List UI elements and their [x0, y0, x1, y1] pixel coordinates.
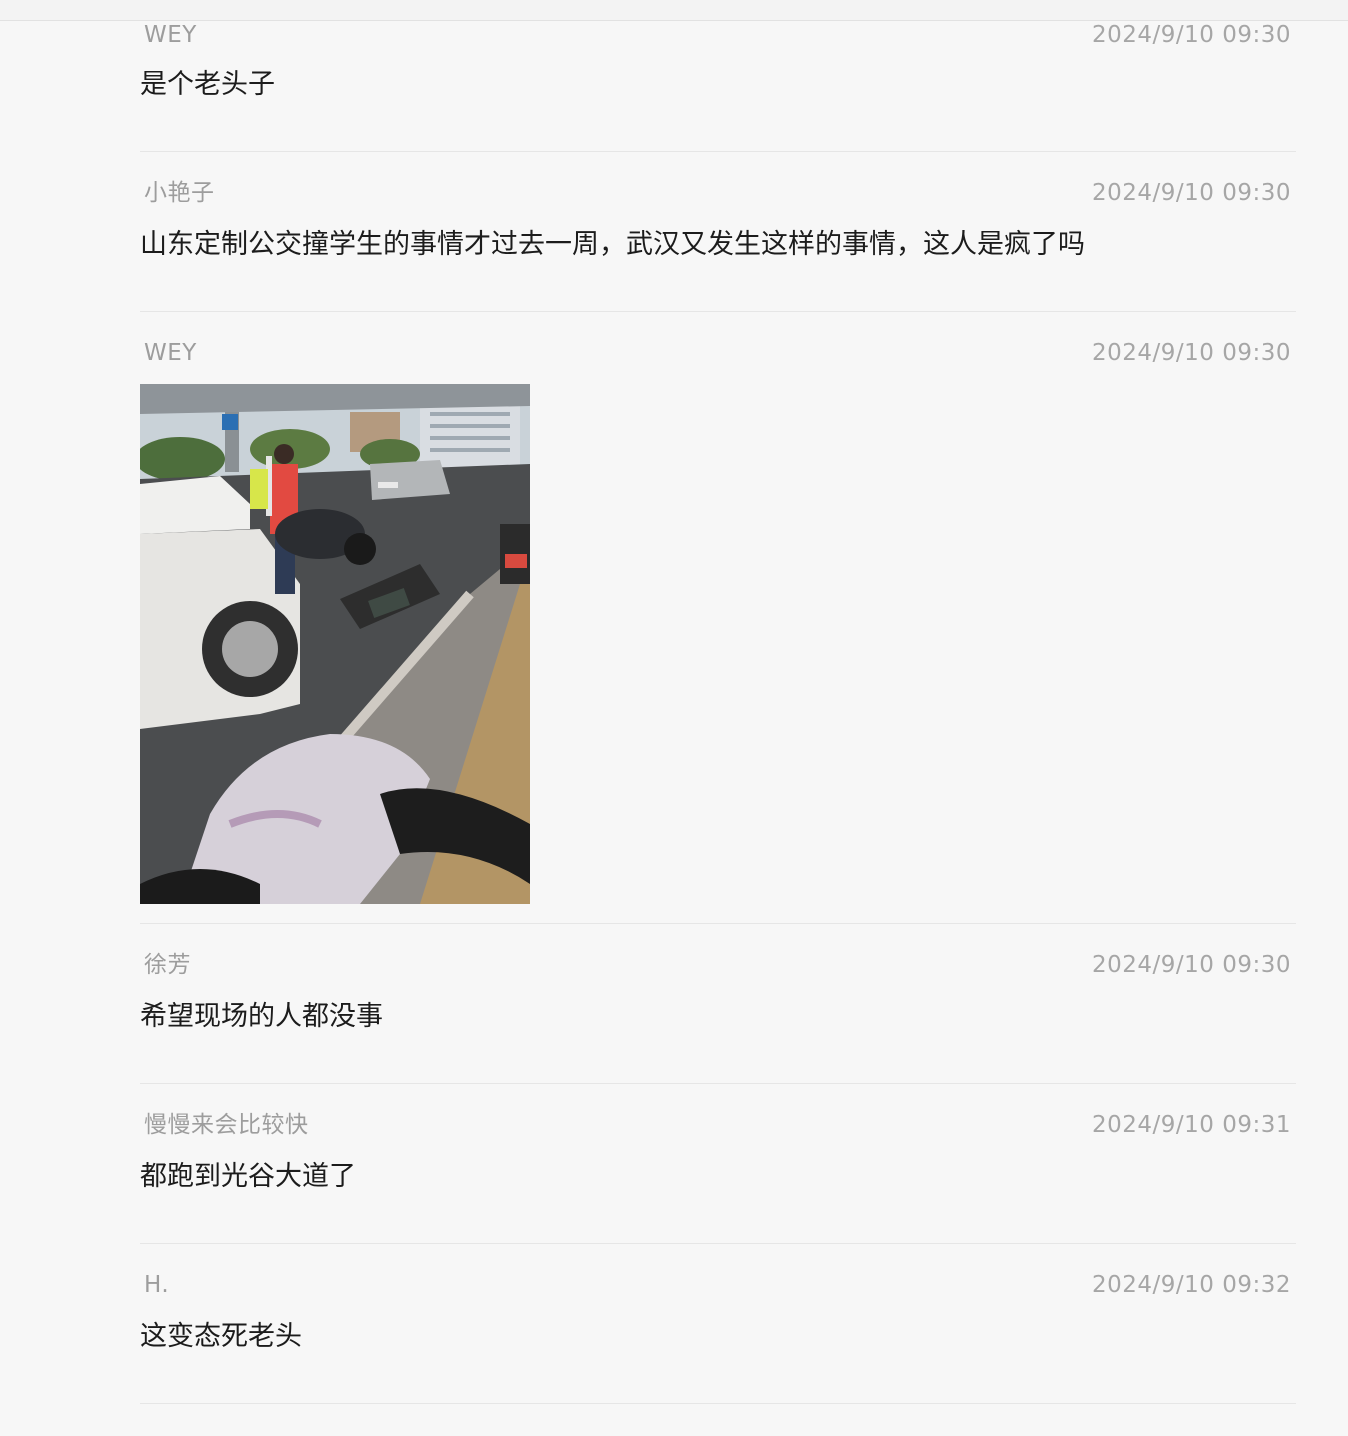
street-accident-photo[interactable]: [140, 384, 530, 904]
message-timestamp: 2024/9/10 09:30: [1091, 340, 1291, 366]
message-timestamp: 2024/9/10 09:31: [1091, 1112, 1291, 1138]
message-text: 这变态死老头: [140, 1321, 302, 1352]
message-sender[interactable]: H.: [144, 1270, 169, 1300]
chat-message: 小艳子 2024/9/10 09:30 山东定制公交撞学生的事情才过去一周，武汉…: [140, 178, 1296, 312]
chat-message: 慢慢来会比较快 2024/9/10 09:31 都跑到光谷大道了: [140, 1110, 1296, 1244]
message-sender[interactable]: WEY: [144, 20, 197, 50]
message-timestamp: 2024/9/10 09:32: [1091, 1272, 1291, 1298]
message-text: 山东定制公交撞学生的事情才过去一周，武汉又发生这样的事情，这人是疯了吗: [140, 229, 1085, 260]
message-text: 是个老头子: [140, 69, 275, 100]
message-sender[interactable]: WEY: [144, 338, 197, 368]
message-text: 希望现场的人都没事: [140, 1001, 383, 1032]
chat-message: WEY 2024/9/10 09:30: [140, 338, 1296, 924]
message-sender[interactable]: 小艳子: [144, 178, 215, 208]
chat-message: 徐芳 2024/9/10 09:30 希望现场的人都没事: [140, 950, 1296, 1084]
message-timestamp: 2024/9/10 09:30: [1091, 952, 1291, 978]
message-text: 都跑到光谷大道了: [140, 1161, 356, 1192]
chat-message: WEY 2024/9/10 09:30 是个老头子: [140, 20, 1296, 152]
message-sender[interactable]: 慢慢来会比较快: [144, 1110, 309, 1140]
message-sender[interactable]: 徐芳: [144, 950, 191, 980]
chat-message: H. 2024/9/10 09:32 这变态死老头: [140, 1270, 1296, 1404]
message-timestamp: 2024/9/10 09:30: [1091, 180, 1291, 206]
message-timestamp: 2024/9/10 09:30: [1091, 22, 1291, 48]
top-toolbar-edge: [0, 0, 1348, 21]
